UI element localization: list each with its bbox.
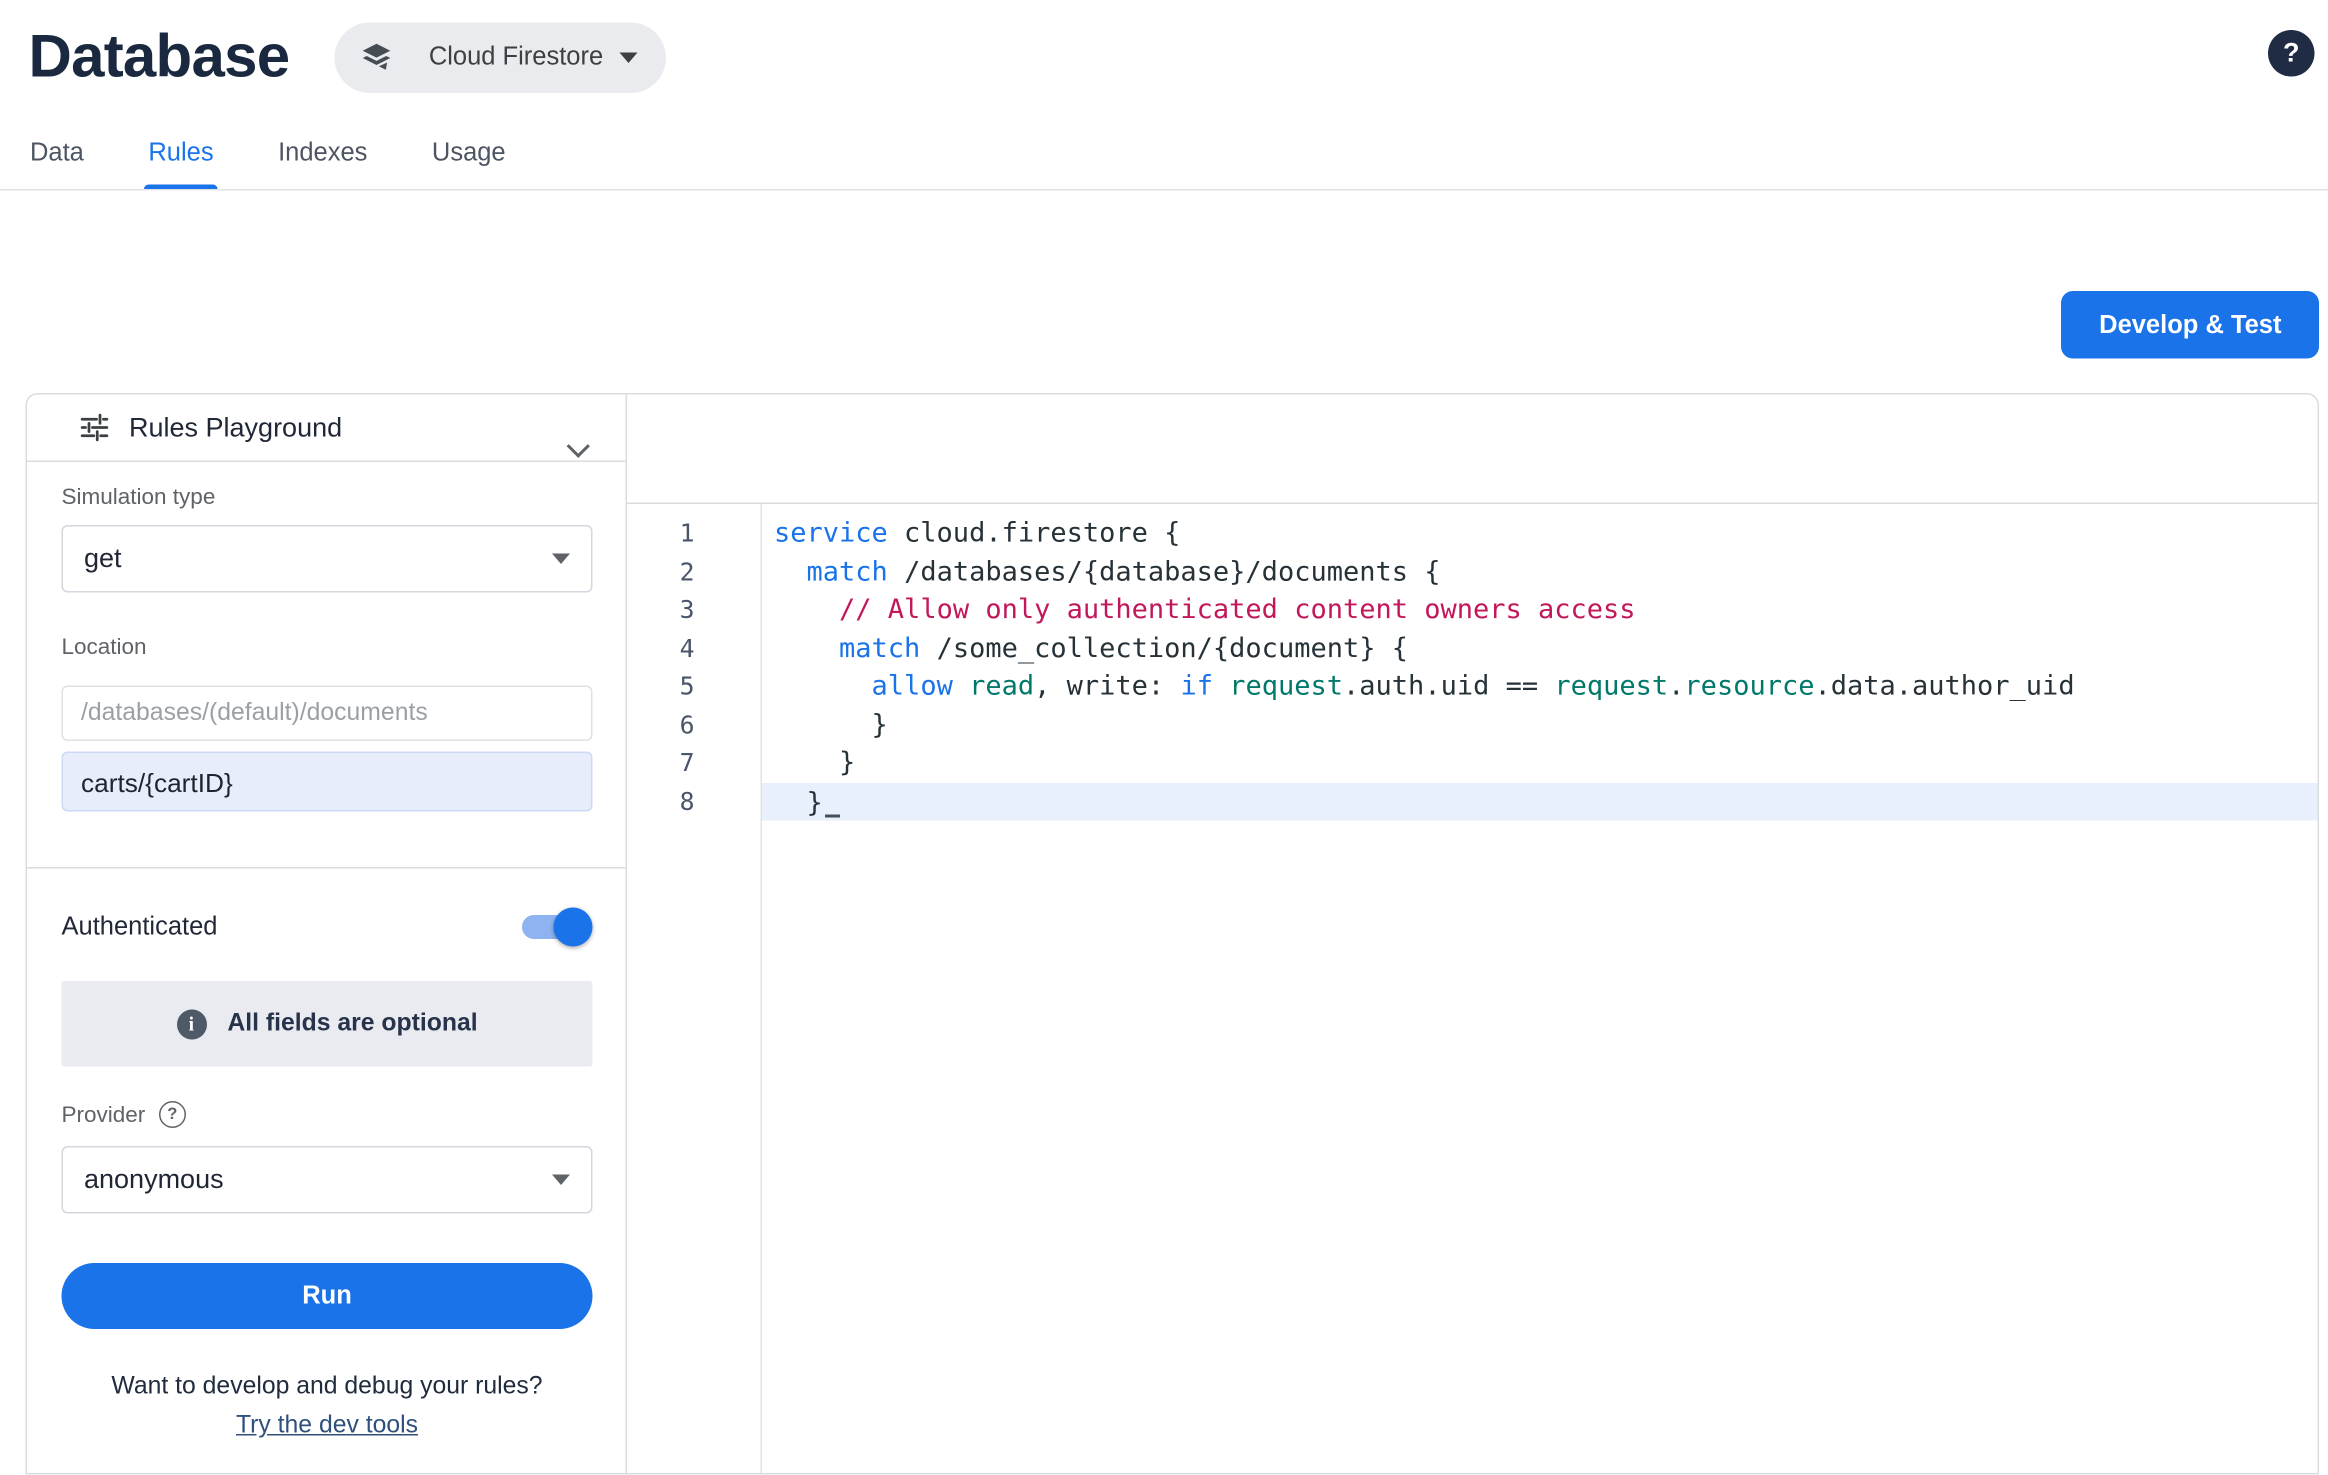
develop-test-button[interactable]: Develop & Test [2062, 291, 2319, 359]
code-line[interactable]: allow read, write: if request.auth.uid =… [762, 668, 2318, 706]
code-token: } [774, 787, 823, 819]
code-token: . [1668, 671, 1684, 703]
code-token: /some_collection/{document} { [920, 632, 1408, 664]
chevron-down-icon [552, 554, 570, 565]
tab-rules[interactable]: Rules [148, 117, 213, 189]
code-line[interactable]: service cloud.firestore { [762, 515, 2318, 553]
dev-tools-prompt: Want to develop and debug your rules? [62, 1369, 593, 1405]
code-line[interactable]: match /some_collection/{document} { [762, 629, 2318, 667]
toggle-thumb [554, 908, 593, 947]
code-token: service [774, 518, 888, 550]
help-circle-icon[interactable]: ? [159, 1102, 186, 1129]
tab-indexes[interactable]: Indexes [278, 117, 367, 189]
code-token [1213, 671, 1229, 703]
page: Database Cloud Firestore ? Data Rules Inde… [0, 0, 2328, 1472]
app-header: Database Cloud Firestore ? [0, 0, 2328, 98]
provider-value: anonymous [84, 1165, 224, 1197]
chevron-down-icon [620, 52, 638, 63]
authenticated-row: Authenticated [62, 907, 593, 949]
line-number: 7 [627, 744, 761, 782]
divider [27, 868, 626, 870]
provider-select[interactable]: anonymous [62, 1147, 593, 1215]
playground-title: Rules Playground [129, 412, 342, 444]
code-line[interactable]: } [762, 706, 2318, 744]
page-title: Database [29, 23, 290, 91]
code-token: request [1554, 671, 1668, 703]
run-button[interactable]: Run [62, 1264, 593, 1330]
code-token: if [1180, 671, 1213, 703]
tabs: Data Rules Indexes Usage [0, 117, 2328, 191]
code-token [774, 671, 872, 703]
code-token: .auth.uid == [1343, 671, 1554, 703]
code-token: match [807, 556, 888, 588]
firestore-icon [358, 39, 394, 75]
code-token: } [774, 709, 888, 741]
chevron-down-icon [552, 1175, 570, 1186]
provider-label: Provider [62, 1102, 146, 1128]
provider-row: Provider ? [62, 1100, 593, 1130]
location-prefix: /databases/(default)/documents [62, 686, 593, 742]
info-banner: i All fields are optional [62, 982, 593, 1068]
line-number: 6 [627, 706, 761, 744]
dev-tools-link[interactable]: Try the dev tools [62, 1408, 593, 1444]
line-number: 4 [627, 629, 761, 667]
code-line[interactable]: } [762, 782, 2318, 820]
product-selector-label: Cloud Firestore [429, 42, 603, 72]
text-cursor [824, 788, 839, 817]
code-token: request [1229, 671, 1343, 703]
editor-gutter: 12345678 [627, 504, 762, 1474]
rules-playground-panel: Rules Playground Simulation type get Loc… [27, 395, 627, 1474]
code-token: match [839, 632, 920, 664]
help-button[interactable]: ? [2268, 30, 2315, 77]
tab-data[interactable]: Data [30, 117, 84, 189]
code-token: } [774, 747, 855, 779]
editor-toolbar [627, 395, 2318, 505]
code-token: cloud.firestore { [888, 518, 1181, 550]
code-token: // Allow only authenticated content owne… [839, 594, 1636, 626]
code-token: read [969, 671, 1034, 703]
code-token [774, 594, 839, 626]
rules-card: Rules Playground Simulation type get Loc… [26, 393, 2320, 1475]
code-token: resource [1684, 671, 1814, 703]
simulation-type-select[interactable]: get [62, 526, 593, 594]
code-lines[interactable]: service cloud.firestore { match /databas… [762, 504, 2318, 1474]
playground-header[interactable]: Rules Playground [27, 395, 626, 463]
code-token: allow [872, 671, 953, 703]
line-number: 8 [627, 782, 761, 820]
line-number: 3 [627, 591, 761, 629]
playground-body: Simulation type get Location /databases/… [27, 463, 626, 1474]
product-selector[interactable]: Cloud Firestore [334, 22, 666, 93]
code-token: .data.author_uid [1814, 671, 2074, 703]
location-input[interactable]: carts/{cartID} [62, 752, 593, 812]
info-banner-text: All fields are optional [227, 1010, 477, 1039]
code-token [774, 632, 839, 664]
tune-icon [78, 411, 111, 444]
code-token [774, 556, 807, 588]
code-line[interactable]: // Allow only authenticated content owne… [762, 591, 2318, 629]
line-number: 1 [627, 515, 761, 553]
code-line[interactable]: } [762, 744, 2318, 782]
code-area: 12345678 service cloud.firestore { match… [627, 395, 2318, 1474]
tab-usage[interactable]: Usage [432, 117, 506, 189]
line-number: 2 [627, 553, 761, 591]
info-icon: i [176, 1009, 206, 1039]
code-line[interactable]: match /databases/{database}/documents { [762, 553, 2318, 591]
code-token: , write: [1034, 671, 1180, 703]
simulation-type-label: Simulation type [62, 485, 593, 511]
code-token [953, 671, 969, 703]
line-number: 5 [627, 668, 761, 706]
rules-editor[interactable]: 12345678 service cloud.firestore { match… [627, 504, 2318, 1474]
simulation-type-value: get [84, 544, 122, 576]
code-token: /databases/{database}/documents { [888, 556, 1441, 588]
authenticated-toggle[interactable] [519, 908, 593, 947]
location-label: Location [62, 635, 593, 661]
authenticated-label: Authenticated [62, 913, 218, 943]
toolbar: Develop & Test [0, 191, 2328, 395]
chevron-down-icon[interactable] [567, 435, 590, 458]
